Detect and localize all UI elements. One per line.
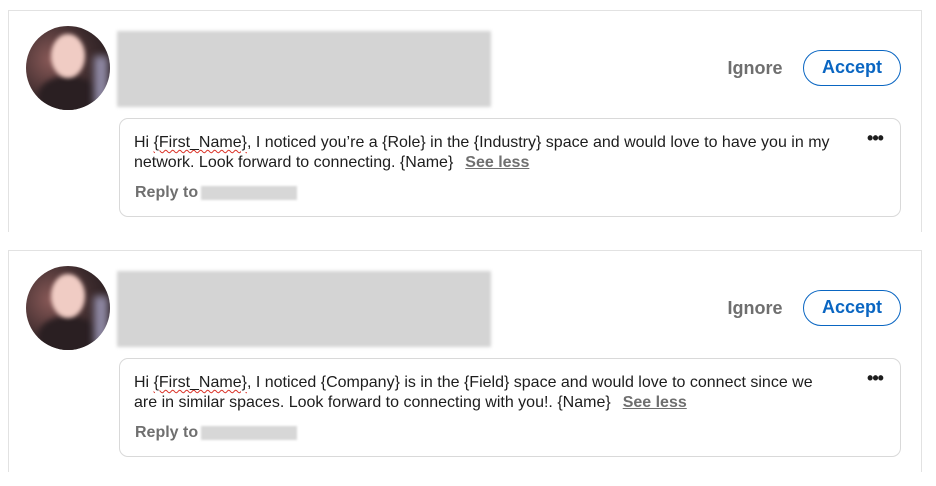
see-less-link[interactable]: See less — [465, 154, 529, 171]
reply-recipient-redacted — [201, 186, 298, 200]
avatar-shirt — [38, 76, 98, 110]
message-card: Hi {First_Name}, I noticed {Company} is … — [119, 358, 901, 457]
ignore-button[interactable]: Ignore — [720, 294, 790, 322]
more-horizontal-icon[interactable]: ••• — [864, 129, 886, 149]
avatar-shirt — [38, 316, 98, 350]
invitation-card: Ignore Accept Hi {First_Name}, I noticed… — [8, 10, 922, 232]
reply-to-link[interactable]: Reply to — [135, 184, 198, 202]
reply-row: Reply to — [135, 423, 298, 443]
sender-info-redacted — [117, 271, 491, 347]
more-horizontal-icon[interactable]: ••• — [864, 369, 886, 389]
accept-button[interactable]: Accept — [803, 290, 901, 326]
accept-button[interactable]: Accept — [803, 50, 901, 86]
see-less-link[interactable]: See less — [623, 394, 687, 411]
message-card: Hi {First_Name}, I noticed you’re a {Rol… — [119, 118, 901, 217]
message-text: Hi {First_Name}, I noticed {Company} is … — [134, 373, 834, 413]
sender-info-redacted — [117, 31, 491, 107]
invitation-card: Ignore Accept Hi {First_Name}, I noticed… — [8, 250, 922, 472]
message-greeting: Hi — [134, 374, 154, 391]
ignore-button[interactable]: Ignore — [720, 54, 790, 82]
message-placeholder: {First_Name} — [153, 374, 247, 391]
avatar[interactable] — [26, 26, 110, 110]
message-text: Hi {First_Name}, I noticed you’re a {Rol… — [134, 133, 834, 173]
message-placeholder: {First_Name} — [153, 134, 247, 151]
message-greeting: Hi — [134, 134, 154, 151]
reply-recipient-redacted — [201, 426, 298, 440]
avatar-background — [94, 296, 108, 346]
avatar-face-blurred — [51, 274, 85, 318]
reply-to-link[interactable]: Reply to — [135, 424, 198, 442]
avatar-background — [94, 56, 108, 106]
reply-row: Reply to — [135, 183, 298, 203]
avatar[interactable] — [26, 266, 110, 350]
avatar-face-blurred — [51, 34, 85, 78]
